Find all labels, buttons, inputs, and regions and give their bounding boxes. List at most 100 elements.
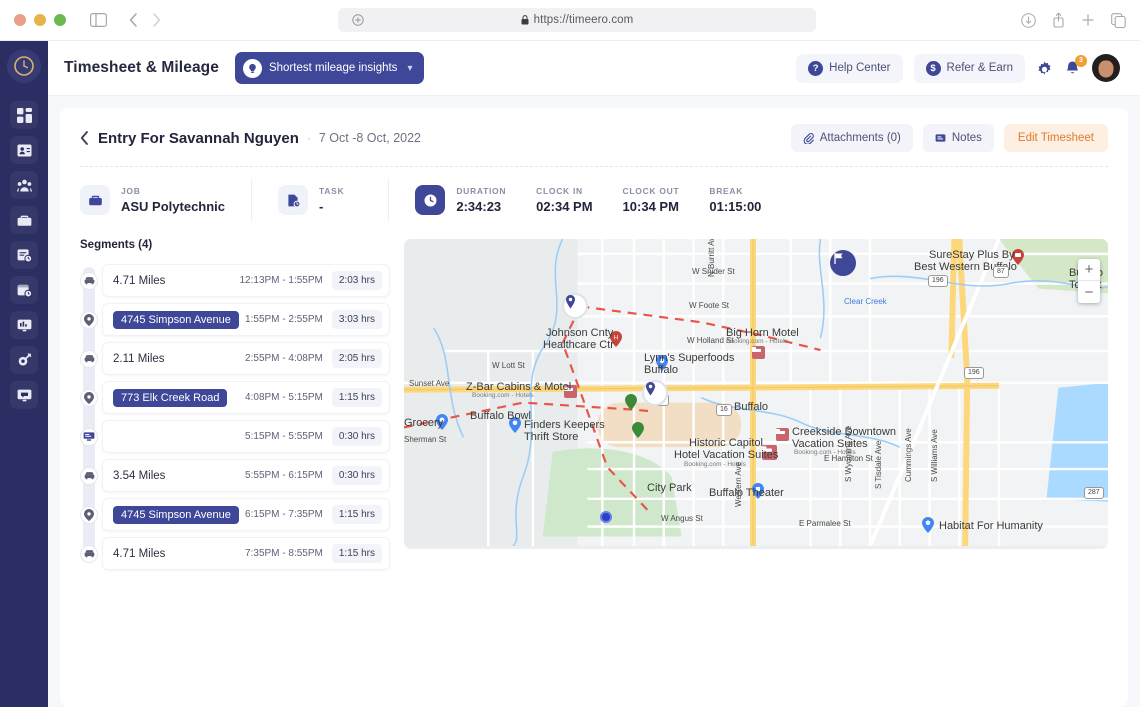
map-label: Western Ave [734,462,743,507]
map-label: W Foote St [689,301,729,310]
sidebar-item-jobs[interactable] [10,206,38,234]
edit-timesheet-button[interactable]: Edit Timesheet [1004,124,1108,152]
map-pin-stop[interactable] [642,380,668,406]
field-clock-in: CLOCK IN 02:34 PM [536,186,592,214]
insights-button-label: Shortest mileage insights [269,62,397,74]
map-pin-start[interactable] [562,293,588,319]
entry-date-range: 7 Oct -8 Oct, 2022 [319,131,421,145]
segment-row[interactable]: 2.11 Miles2:55PM - 4:08PM2:05 hrs [102,339,390,378]
refer-and-earn-button[interactable]: $ Refer & Earn [914,54,1025,83]
break-value: 01:15:00 [709,199,761,214]
map-label: Booking.com - Hotels [472,392,534,399]
map-route-shield: 196 [928,275,948,287]
lightbulb-icon [243,59,262,78]
segment-row[interactable]: 3.54 Miles5:55PM - 6:15PM0:30 hrs [102,456,390,495]
segment-row[interactable]: 5:15PM - 5:55PM0:30 hrs [102,417,390,456]
attachments-button[interactable]: Attachments (0) [791,124,913,152]
segment-card[interactable]: 4745 Simpson Avenue1:55PM - 2:55PM3:03 h… [102,303,390,336]
map-label: Historic Capitol [689,437,763,449]
notifications-bell-icon[interactable]: 3 [1064,60,1081,77]
segment-address-badge[interactable]: 4745 Simpson Avenue [113,506,239,524]
segment-duration-badge: 2:03 hrs [332,271,382,290]
sidebar-item-messages[interactable] [10,381,38,409]
content-wrapper: Entry For Savannah Nguyen · 7 Oct -8 Oct… [48,96,1140,707]
sidebar-toggle-icon[interactable] [90,13,107,27]
maximize-window-button[interactable] [54,14,66,26]
sidebar-item-scheduling[interactable] [10,241,38,269]
sidebar-item-dashboard[interactable] [10,101,38,129]
entry-actions: Attachments (0) Notes Edit Timesheet [791,124,1108,152]
sidebar-item-gps-tracking[interactable] [10,346,38,374]
segment-row[interactable]: 4745 Simpson Avenue1:55PM - 2:55PM3:03 h… [102,300,390,339]
map-label: Booking.com - Hotels [726,338,788,345]
segment-time-range: 12:13PM - 1:55PM [239,275,322,286]
segment-card[interactable]: 5:15PM - 5:55PM0:30 hrs [102,420,390,453]
sidebar-item-employees[interactable] [10,171,38,199]
map-label: W Angus St [661,514,703,523]
route-map[interactable]: + − [404,239,1108,549]
plus-circle-icon[interactable] [352,14,364,26]
avatar[interactable] [1092,54,1120,82]
app-shell: Timesheet & Mileage Shortest mileage ins… [0,41,1140,707]
shortest-mileage-insights-button[interactable]: Shortest mileage insights ▾ [235,52,425,84]
timeero-clock-logo[interactable] [7,49,41,83]
minimize-window-button[interactable] [34,14,46,26]
segment-row[interactable]: 4.71 Miles12:13PM - 1:55PM2:03 hrs [102,261,390,300]
summary-strip: JOB ASU Polytechnic TASK - [80,179,1108,221]
window-traffic-lights[interactable] [14,14,66,26]
car-icon [80,467,98,485]
browser-forward-button[interactable] [152,13,161,27]
share-icon[interactable] [1052,12,1065,28]
sidebar-item-timesheets[interactable] [10,136,38,164]
copy-tabs-icon[interactable] [1111,13,1126,28]
map-zoom-out-button[interactable]: − [1078,281,1100,303]
segment-time-range: 7:35PM - 8:55PM [245,548,323,559]
download-icon[interactable] [1021,13,1036,28]
segment-card[interactable]: 4.71 Miles 7:35PM - 8:55PM 1:15 hrs [102,537,390,570]
clock-icon [415,185,445,215]
segment-duration-badge: 1:15 hrs [332,544,382,563]
sidebar-item-reports[interactable] [10,311,38,339]
notes-button[interactable]: Notes [923,124,994,152]
browser-back-button[interactable] [129,13,138,27]
map-label: Sherman St [404,435,446,444]
map-label: SureStay Plus By [929,249,1015,261]
sidebar-item-time-off[interactable] [10,276,38,304]
task-value: - [319,199,344,214]
segment-card[interactable]: 4745 Simpson Avenue6:15PM - 7:35PM1:15 h… [102,498,390,531]
segment-address-badge[interactable]: 773 Elk Creek Road [113,389,227,407]
notes-label: Notes [952,132,982,144]
map-zoom-in-button[interactable]: + [1078,259,1100,281]
segment-card[interactable]: 2.11 Miles2:55PM - 4:08PM2:05 hrs [102,342,390,375]
help-center-button[interactable]: ? Help Center [796,54,902,83]
segment-row[interactable]: 4745 Simpson Avenue6:15PM - 7:35PM1:15 h… [102,495,390,534]
segment-card[interactable]: 773 Elk Creek Road4:08PM - 5:15PM1:15 hr… [102,381,390,414]
segment-card[interactable]: 3.54 Miles5:55PM - 6:15PM0:30 hrs [102,459,390,492]
address-bar[interactable]: https://timeero.com [338,8,816,32]
timesheet-detail-card: Entry For Savannah Nguyen · 7 Oct -8 Oct… [60,108,1128,707]
segment-address-badge[interactable]: 4745 Simpson Avenue [113,311,239,329]
back-chevron-icon[interactable] [80,131,89,145]
hotel-icon-bighorn [752,346,765,359]
help-center-label: Help Center [829,62,890,74]
map-flag-marker[interactable] [830,250,856,276]
chevron-down-icon: ▾ [407,63,412,74]
segment-row[interactable]: 4.71 Miles 7:35PM - 8:55PM 1:15 hrs [102,534,390,573]
map-zoom-control[interactable]: + − [1078,259,1100,303]
left-sidebar [0,41,48,707]
segment-row[interactable]: 773 Elk Creek Road4:08PM - 5:15PM1:15 hr… [102,378,390,417]
attachments-label: Attachments (0) [820,132,901,144]
summary-task: TASK - [251,179,388,221]
segment-duration-badge: 1:15 hrs [332,505,382,524]
segment-time-range: 5:55PM - 6:15PM [245,470,323,481]
map-column: + − [404,239,1108,573]
plus-icon[interactable] [1081,13,1095,27]
close-window-button[interactable] [14,14,26,26]
app-topbar: Timesheet & Mileage Shortest mileage ins… [48,41,1140,96]
break-label: BREAK [709,186,761,196]
browser-toolbar: https://timeero.com [0,0,1140,41]
gear-icon[interactable] [1036,60,1053,77]
segment-distance-label: 4.71 Miles [113,548,165,560]
map-route-shield: 16 [716,404,732,416]
segment-card[interactable]: 4.71 Miles12:13PM - 1:55PM2:03 hrs [102,264,390,297]
